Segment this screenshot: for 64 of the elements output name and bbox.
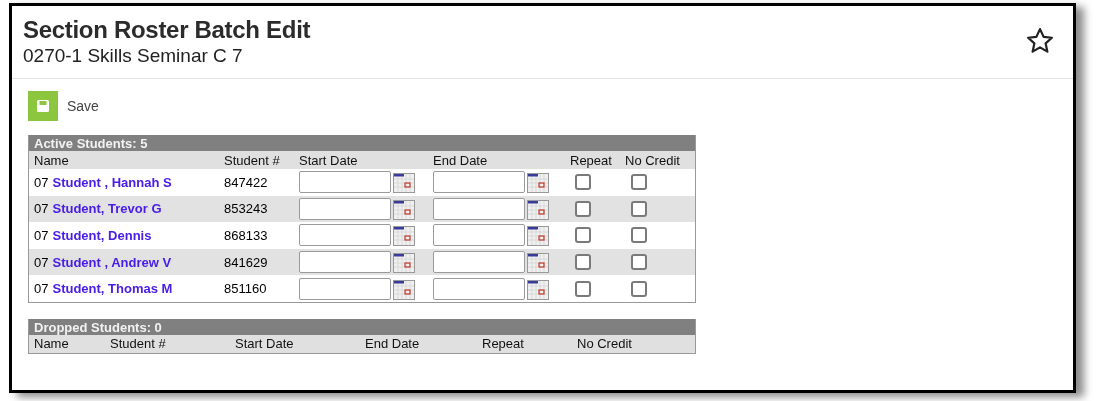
student-number: 853243 (224, 201, 269, 217)
student-number: 868133 (224, 228, 269, 243)
column-header: Repeat (570, 152, 613, 168)
column-header: No Credit (577, 336, 633, 352)
calendar-icon[interactable] (393, 226, 415, 247)
page-title: Section Roster Batch Edit (23, 16, 311, 44)
grade-text: 07 (34, 228, 49, 243)
no-credit-checkbox[interactable] (631, 280, 647, 297)
save-button[interactable]: Save (28, 91, 99, 121)
student-link[interactable]: Student , Andrew V (52, 254, 172, 270)
repeat-checkbox[interactable] (575, 280, 591, 297)
repeat-checkbox[interactable] (575, 174, 591, 191)
start-date-field[interactable] (299, 197, 391, 220)
save-icon (28, 91, 58, 121)
column-header: No Credit (625, 152, 681, 168)
column-header: End Date (365, 336, 421, 352)
end-date-field[interactable] (433, 224, 525, 247)
grade-text: 07 (34, 201, 49, 217)
start-date-field[interactable] (299, 171, 391, 194)
section-subtitle: 0270-1 Skills Seminar C 7 (23, 44, 244, 68)
student-number: 847422 (224, 174, 269, 190)
column-header: Start Date (299, 152, 359, 168)
student-link[interactable]: Student, Trevor G (52, 201, 162, 217)
column-header: Student # (224, 152, 281, 168)
calendar-icon[interactable] (393, 279, 415, 300)
column-header: End Date (433, 152, 489, 168)
grade-text: 07 (34, 254, 49, 270)
start-date-field[interactable] (299, 277, 391, 300)
star-icon[interactable] (1025, 26, 1055, 56)
calendar-icon[interactable] (527, 199, 549, 220)
grade-text: 07 (34, 281, 49, 297)
calendar-icon[interactable] (527, 279, 549, 300)
student-number: 851160 (224, 281, 268, 297)
column-header: Student # (110, 336, 167, 352)
no-credit-checkbox[interactable] (631, 174, 647, 191)
calendar-icon[interactable] (527, 226, 549, 247)
end-date-field[interactable] (433, 277, 525, 300)
no-credit-checkbox[interactable] (631, 227, 647, 244)
end-date-field[interactable] (433, 197, 525, 220)
repeat-checkbox[interactable] (575, 200, 591, 217)
column-header: Repeat (482, 336, 525, 352)
calendar-icon[interactable] (527, 253, 549, 274)
calendar-icon[interactable] (527, 173, 549, 194)
repeat-checkbox[interactable] (575, 254, 591, 271)
table-title: Active Students: 5 (29, 135, 695, 151)
calendar-icon[interactable] (393, 199, 415, 220)
column-header: Name (34, 152, 70, 168)
repeat-checkbox[interactable] (575, 227, 591, 244)
table-title: Dropped Students: 0 (29, 318, 695, 335)
start-date-field[interactable] (299, 251, 391, 274)
calendar-icon[interactable] (393, 253, 415, 274)
column-header: Start Date (235, 336, 295, 352)
start-date-field[interactable] (299, 224, 391, 247)
end-date-field[interactable] (433, 251, 525, 274)
no-credit-checkbox[interactable] (631, 200, 647, 217)
student-number: 841629 (224, 254, 269, 270)
student-link[interactable]: Student, Dennis (52, 228, 152, 243)
no-credit-checkbox[interactable] (631, 254, 647, 271)
calendar-icon[interactable] (393, 173, 415, 194)
student-link[interactable]: Student, Thomas M (52, 281, 173, 297)
column-header: Name (34, 336, 70, 352)
grade-text: 07 (34, 174, 49, 190)
student-link[interactable]: Student , Hannah S (52, 174, 172, 190)
end-date-field[interactable] (433, 171, 525, 194)
